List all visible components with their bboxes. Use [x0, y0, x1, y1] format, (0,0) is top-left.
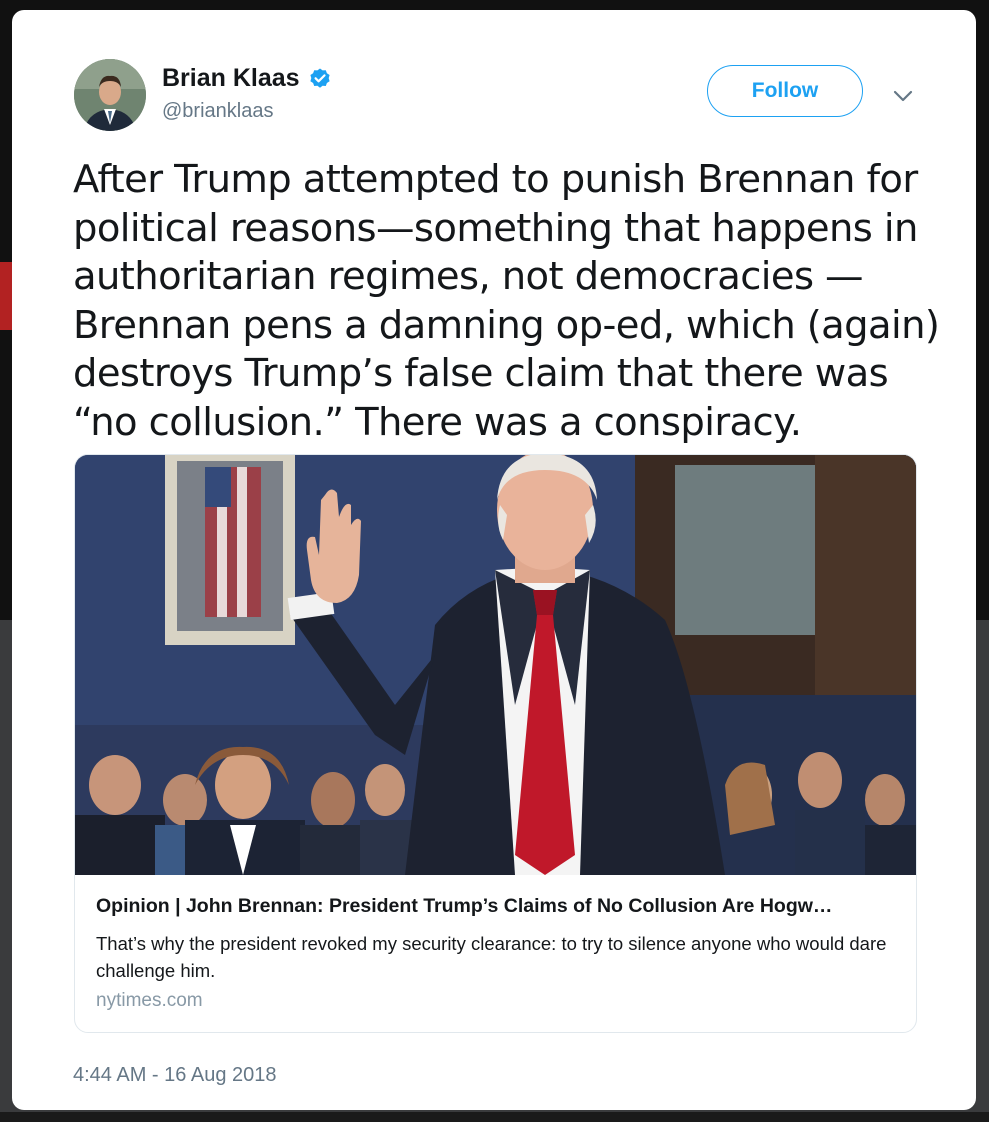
tweet-card: Brian Klaas @brianklaas Follow After Tru…	[12, 10, 976, 1110]
link-card-description: That’s why the president revoked my secu…	[96, 933, 887, 981]
tweet-timestamp[interactable]: 4:44 AM - 16 Aug 2018	[73, 1064, 277, 1087]
chevron-down-icon[interactable]	[892, 88, 914, 102]
author-name[interactable]: Brian Klaas	[162, 64, 300, 93]
link-card-domain: nytimes.com	[96, 990, 203, 1011]
author-name-row: Brian Klaas	[162, 64, 332, 93]
avatar[interactable]	[74, 59, 146, 131]
link-preview-card[interactable]: Opinion | John Brennan: President Trump’…	[74, 454, 917, 1033]
link-card-title[interactable]: Opinion | John Brennan: President Trump’…	[96, 895, 896, 918]
background-bottom-strip	[0, 1112, 989, 1122]
follow-button[interactable]: Follow	[707, 65, 863, 117]
avatar-image	[74, 59, 146, 131]
background-red-accent	[0, 262, 12, 330]
verified-badge-icon	[308, 67, 332, 91]
author-handle[interactable]: @brianklaas	[162, 100, 273, 123]
link-preview-image	[75, 455, 916, 875]
tweet-text: After Trump attempted to punish Brennan …	[73, 157, 940, 445]
